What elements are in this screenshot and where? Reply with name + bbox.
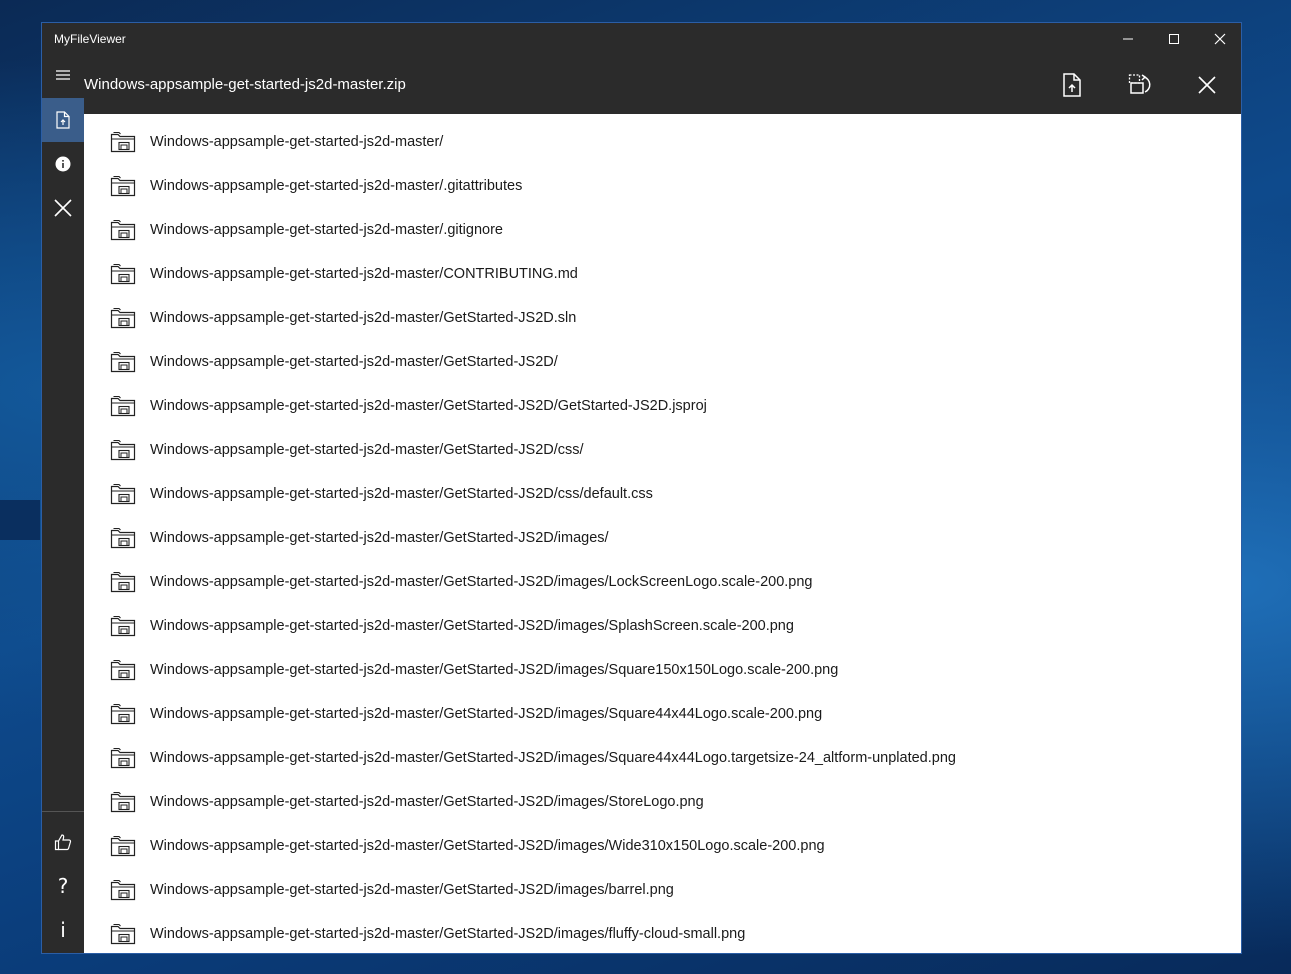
list-item[interactable]: Windows-appsample-get-started-js2d-maste… bbox=[84, 164, 1204, 208]
archive-entry-icon bbox=[110, 439, 136, 461]
archive-entry-icon bbox=[110, 571, 136, 593]
archive-entry-icon bbox=[110, 175, 136, 197]
file-name: Windows-appsample-get-started-js2d-maste… bbox=[150, 310, 577, 326]
file-name: Windows-appsample-get-started-js2d-maste… bbox=[150, 882, 674, 898]
list-item[interactable]: Windows-appsample-get-started-js2d-maste… bbox=[84, 648, 1204, 692]
archive-entry-icon bbox=[110, 483, 136, 505]
title-bar: MyFileViewer bbox=[42, 23, 1241, 55]
archive-entry-icon bbox=[110, 219, 136, 241]
list-item[interactable]: Windows-appsample-get-started-js2d-maste… bbox=[84, 780, 1204, 824]
list-item[interactable]: Windows-appsample-get-started-js2d-maste… bbox=[84, 208, 1204, 252]
file-name: Windows-appsample-get-started-js2d-maste… bbox=[150, 354, 558, 370]
list-item[interactable]: Windows-appsample-get-started-js2d-maste… bbox=[84, 340, 1204, 384]
extract-icon bbox=[1128, 74, 1151, 94]
open-file-button[interactable] bbox=[1050, 63, 1094, 107]
archive-entry-icon bbox=[110, 659, 136, 681]
list-item[interactable]: Windows-appsample-get-started-js2d-maste… bbox=[84, 120, 1204, 164]
thumbs-up-icon bbox=[54, 834, 72, 851]
extract-button[interactable] bbox=[1118, 63, 1162, 107]
list-item[interactable]: Windows-appsample-get-started-js2d-maste… bbox=[84, 472, 1204, 516]
sidebar-item-info[interactable] bbox=[42, 142, 84, 186]
help-icon: ? bbox=[57, 874, 69, 898]
sidebar: ? i bbox=[42, 98, 84, 953]
archive-entry-icon bbox=[110, 527, 136, 549]
archive-entry-icon bbox=[110, 703, 136, 725]
file-name: Windows-appsample-get-started-js2d-maste… bbox=[150, 398, 707, 414]
list-item[interactable]: Windows-appsample-get-started-js2d-maste… bbox=[84, 384, 1204, 428]
list-item[interactable]: Windows-appsample-get-started-js2d-maste… bbox=[84, 912, 1204, 953]
maximize-icon bbox=[1169, 34, 1179, 44]
sidebar-item-about[interactable]: i bbox=[42, 908, 84, 952]
list-item[interactable]: Windows-appsample-get-started-js2d-maste… bbox=[84, 692, 1204, 736]
desktop-background bbox=[0, 500, 40, 540]
minimize-icon bbox=[1123, 38, 1133, 40]
file-name: Windows-appsample-get-started-js2d-maste… bbox=[150, 838, 825, 854]
list-item[interactable]: Windows-appsample-get-started-js2d-maste… bbox=[84, 428, 1204, 472]
archive-entry-icon bbox=[110, 307, 136, 329]
archive-entry-icon bbox=[110, 131, 136, 153]
close-archive-button[interactable] bbox=[1185, 63, 1229, 107]
archive-entry-icon bbox=[110, 923, 136, 945]
file-name: Windows-appsample-get-started-js2d-maste… bbox=[150, 706, 823, 722]
archive-entry-icon bbox=[110, 835, 136, 857]
archive-entry-icon bbox=[110, 879, 136, 901]
file-name: Windows-appsample-get-started-js2d-maste… bbox=[150, 750, 956, 766]
archive-entry-icon bbox=[110, 395, 136, 417]
archive-entry-icon bbox=[110, 263, 136, 285]
file-name: Windows-appsample-get-started-js2d-maste… bbox=[150, 266, 578, 282]
file-name: Windows-appsample-get-started-js2d-maste… bbox=[150, 530, 609, 546]
minimize-button[interactable] bbox=[1105, 23, 1151, 55]
app-title: MyFileViewer bbox=[54, 32, 126, 46]
list-item[interactable]: Windows-appsample-get-started-js2d-maste… bbox=[84, 296, 1204, 340]
list-item[interactable]: Windows-appsample-get-started-js2d-maste… bbox=[84, 604, 1204, 648]
list-item[interactable]: Windows-appsample-get-started-js2d-maste… bbox=[84, 252, 1204, 296]
file-name: Windows-appsample-get-started-js2d-maste… bbox=[150, 574, 813, 590]
file-name: Windows-appsample-get-started-js2d-maste… bbox=[150, 178, 523, 194]
about-icon: i bbox=[60, 918, 66, 942]
archive-entry-icon bbox=[110, 747, 136, 769]
archive-entry-icon bbox=[110, 351, 136, 373]
sidebar-item-open[interactable] bbox=[42, 98, 84, 142]
file-list: Windows-appsample-get-started-js2d-maste… bbox=[84, 120, 1204, 953]
sidebar-item-feedback[interactable] bbox=[42, 820, 84, 864]
sidebar-item-close[interactable] bbox=[42, 186, 84, 230]
archive-title: Windows-appsample-get-started-js2d-maste… bbox=[84, 76, 406, 93]
window-close-button[interactable] bbox=[1197, 23, 1241, 55]
list-item[interactable]: Windows-appsample-get-started-js2d-maste… bbox=[84, 824, 1204, 868]
open-file-icon bbox=[1063, 73, 1081, 97]
info-icon bbox=[55, 156, 71, 172]
file-name: Windows-appsample-get-started-js2d-maste… bbox=[150, 222, 503, 238]
close-icon bbox=[1214, 33, 1226, 45]
sidebar-item-help[interactable]: ? bbox=[42, 864, 84, 908]
list-item[interactable]: Windows-appsample-get-started-js2d-maste… bbox=[84, 736, 1204, 780]
open-file-icon bbox=[56, 111, 70, 129]
file-name: Windows-appsample-get-started-js2d-maste… bbox=[150, 794, 704, 810]
sidebar-divider bbox=[42, 811, 84, 812]
archive-entry-icon bbox=[110, 791, 136, 813]
app-window: MyFileViewer Windows-appsample-get-start… bbox=[41, 22, 1242, 954]
file-name: Windows-appsample-get-started-js2d-maste… bbox=[150, 662, 839, 678]
file-name: Windows-appsample-get-started-js2d-maste… bbox=[150, 618, 794, 634]
file-name: Windows-appsample-get-started-js2d-maste… bbox=[150, 134, 444, 150]
list-item[interactable]: Windows-appsample-get-started-js2d-maste… bbox=[84, 516, 1204, 560]
close-icon bbox=[1198, 76, 1216, 94]
file-name: Windows-appsample-get-started-js2d-maste… bbox=[150, 926, 746, 942]
hamburger-icon bbox=[56, 70, 70, 80]
close-icon bbox=[54, 199, 72, 217]
file-name: Windows-appsample-get-started-js2d-maste… bbox=[150, 486, 653, 502]
archive-entry-icon bbox=[110, 615, 136, 637]
list-item[interactable]: Windows-appsample-get-started-js2d-maste… bbox=[84, 560, 1204, 604]
maximize-button[interactable] bbox=[1151, 23, 1197, 55]
file-name: Windows-appsample-get-started-js2d-maste… bbox=[150, 442, 584, 458]
list-item[interactable]: Windows-appsample-get-started-js2d-maste… bbox=[84, 868, 1204, 912]
header-bar: Windows-appsample-get-started-js2d-maste… bbox=[42, 55, 1241, 114]
file-list-panel: Windows-appsample-get-started-js2d-maste… bbox=[84, 114, 1241, 953]
hamburger-button[interactable] bbox=[42, 55, 84, 95]
